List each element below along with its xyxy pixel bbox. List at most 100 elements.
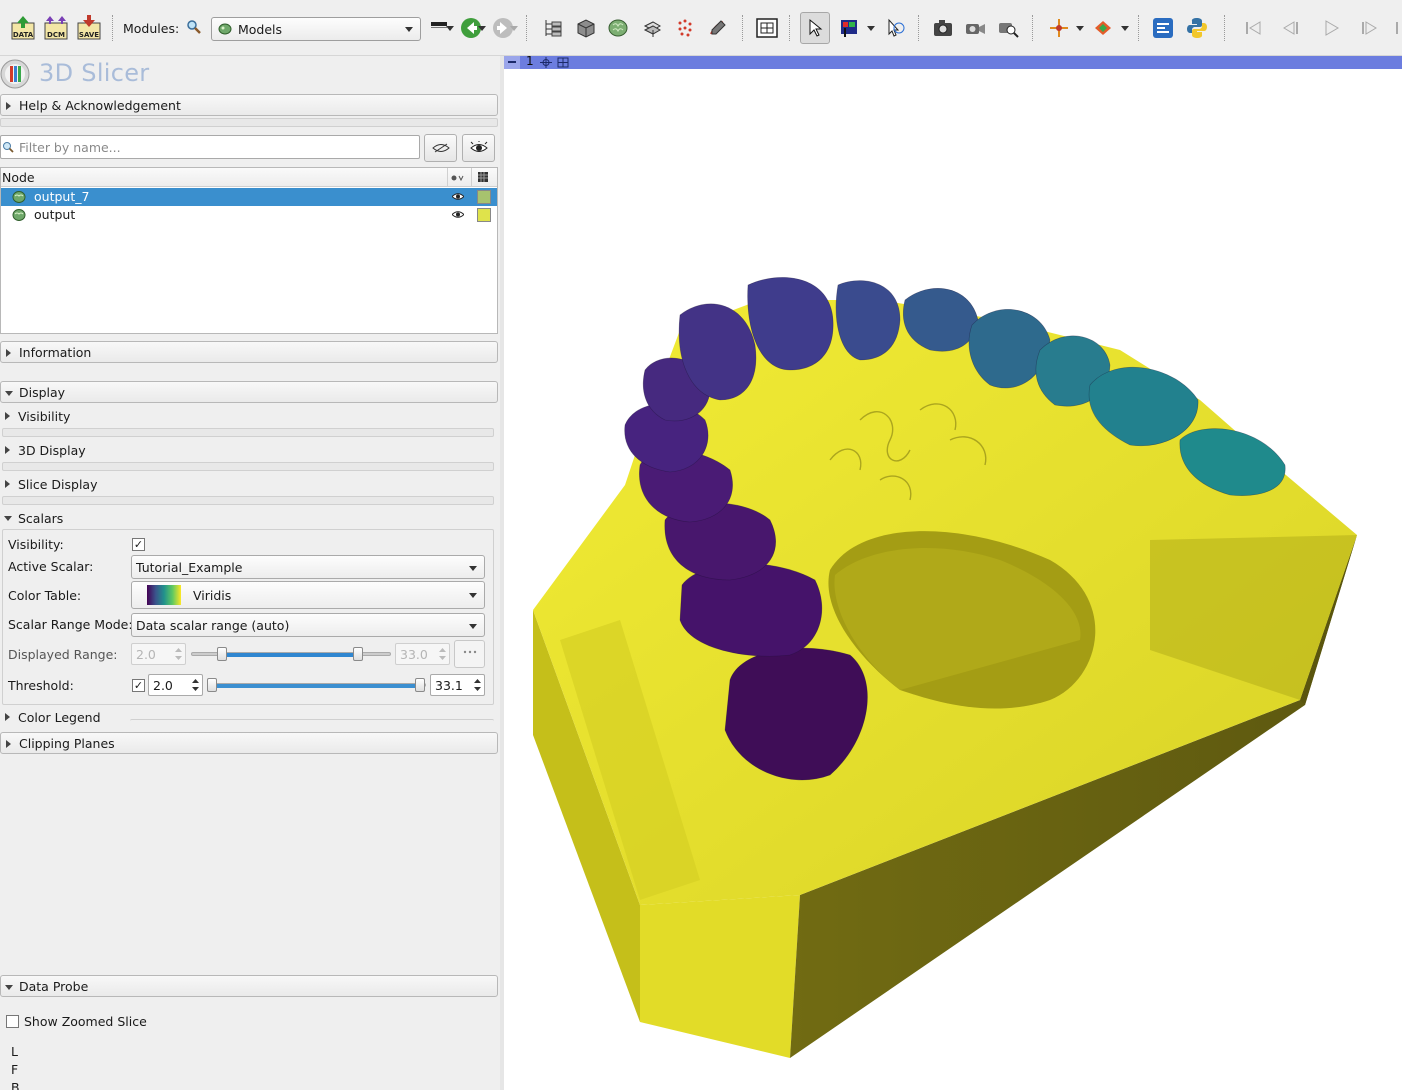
python-console-button[interactable] [1182,12,1212,44]
scalars-subsection-label: Scalars [18,510,64,526]
view-controller-bar: 1 [504,54,1402,69]
window-level-button[interactable] [835,12,865,44]
threshold-checkbox[interactable]: ✓ [132,679,145,692]
data-tree-icon [545,20,562,37]
active-scalar-select[interactable]: Tutorial_Example [131,555,485,579]
view-layout-icon[interactable] [557,57,569,68]
capture-button[interactable] [994,12,1024,44]
view-number: 1 [526,54,534,68]
scene-views-button[interactable] [960,12,990,44]
eye-open-icon [469,141,488,152]
load-dicom-button[interactable]: DCM [41,12,71,44]
models-brain-icon [608,19,628,37]
show-all-visibility-button[interactable] [462,134,495,162]
forward-dropdown-icon[interactable] [510,26,518,32]
volumes-cube-icon [577,19,595,38]
displayed-range-min-spinbox[interactable]: 2.0 [131,643,186,665]
node-filter-input[interactable]: Filter by name... [0,135,420,159]
window-level-dropdown-icon[interactable] [867,26,875,32]
view-pin-button[interactable] [504,56,520,69]
transforms-module-button[interactable] [637,12,667,44]
visibility-column-icon[interactable] [451,174,465,182]
play-button[interactable] [1316,12,1346,44]
svg-text:DCM: DCM [47,31,65,39]
show-zoomed-slice-checkbox[interactable] [6,1015,19,1028]
data-probe-section-header[interactable]: Data Probe [0,975,498,997]
threshold-min-spinbox[interactable]: 2.0 [148,674,203,696]
show-hidden-nodes-button[interactable] [424,134,457,162]
visibility-subsection-header[interactable]: Visibility [0,406,494,426]
scalar-visibility-label: Visibility: [8,537,64,552]
node-color-swatch[interactable] [477,208,491,222]
view-transform-mode-button[interactable] [800,12,830,44]
node-color-swatch[interactable] [477,190,491,204]
3d-display-subsection-header[interactable]: 3D Display [0,440,494,460]
displayed-range-max-spinbox[interactable]: 33.0 [395,643,450,665]
load-dicom-icon: DCM [44,16,68,40]
information-section-header[interactable]: Information [0,341,498,363]
save-button[interactable]: SAVE [74,12,104,44]
threshold-min-handle[interactable] [207,678,217,692]
extension-manager-button[interactable] [1148,12,1178,44]
visibility-eye-icon[interactable] [452,210,464,219]
app-title: 3D Slicer [39,59,150,87]
module-search-icon[interactable] [186,19,202,38]
displayed-range-min-handle[interactable] [217,647,227,661]
node-column-header[interactable]: Node [2,170,35,185]
volumes-module-button[interactable] [571,12,601,44]
3d-display-subsection-body [2,462,494,471]
view-center-icon[interactable] [540,57,552,68]
models-module-button[interactable] [603,12,633,44]
model-node-icon [12,209,26,221]
scalar-visibility-checkbox[interactable]: ✓ [132,538,145,551]
scalars-subsection-header[interactable]: Scalars [0,508,494,528]
slice-display-subsection-header[interactable]: Slice Display [0,474,494,494]
range-options-button[interactable] [454,640,485,668]
clipping-planes-section-header[interactable]: Clipping Planes [0,732,498,754]
module-selector[interactable]: Models [211,17,421,41]
filter-search-icon [3,142,14,153]
threshold-max-handle[interactable] [415,678,425,692]
previous-frame-button[interactable] [1276,12,1306,44]
load-data-button[interactable]: DATA [8,12,38,44]
scalar-range-mode-select[interactable]: Data scalar range (auto) [131,613,485,637]
layout-button[interactable] [752,12,782,44]
tree-row[interactable]: output_7 [1,188,497,206]
window-level-icon [841,20,857,37]
back-dropdown-icon[interactable] [478,26,486,32]
displayed-range-max-handle[interactable] [353,647,363,661]
probe-coord-l: L [11,1044,18,1059]
dental-model-render[interactable] [504,69,1402,1090]
3d-view[interactable] [504,69,1402,1090]
python-icon [1187,18,1207,38]
model-node-icon [12,191,26,203]
help-section-body [0,118,498,127]
help-section-header[interactable]: Help & Acknowledgement [0,94,498,116]
history-dropdown-icon[interactable] [446,26,454,32]
probe-coord-b: B [11,1080,20,1090]
markups-module-button[interactable] [670,12,700,44]
models-module-icon [218,23,232,35]
color-table-value: Viridis [193,587,232,603]
color-table-select[interactable]: Viridis [131,581,485,609]
visibility-subsection-body [2,428,494,437]
slice-display-subsection-body [2,496,494,505]
node-tree[interactable]: Node output_7 output [0,167,498,334]
color-column-icon[interactable] [478,172,488,182]
place-fiducial-button[interactable] [1044,12,1074,44]
visibility-eye-icon[interactable] [452,192,464,201]
crosshair-toggle-button[interactable] [880,12,910,44]
place-markup-button[interactable] [1088,12,1118,44]
tree-row[interactable]: output [1,206,497,224]
last-frame-button[interactable] [1388,12,1402,44]
data-module-button[interactable] [538,12,568,44]
first-frame-button[interactable] [1238,12,1268,44]
markup-dropdown-icon[interactable] [1121,26,1129,32]
segment-editor-button[interactable] [703,12,733,44]
threshold-max-spinbox[interactable]: 33.1 [430,674,485,696]
next-frame-button[interactable] [1354,12,1384,44]
display-section-header[interactable]: Display [0,381,498,403]
node-name: output_7 [34,189,90,204]
fiducial-dropdown-icon[interactable] [1076,26,1084,32]
screenshot-button[interactable] [928,12,958,44]
